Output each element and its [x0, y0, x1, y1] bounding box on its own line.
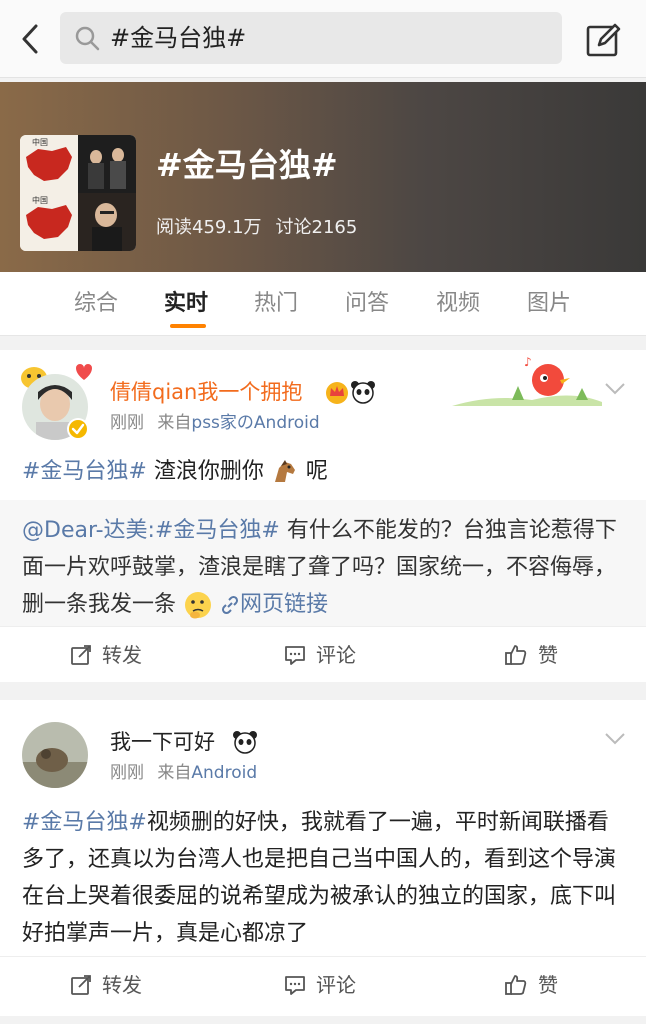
repost-box[interactable]: @Dear-达美:#金马台独# 有什么不能发的？台独言论惹得下面一片欢呼鼓掌，渣… [0, 500, 646, 626]
post-source[interactable]: Android [191, 763, 257, 783]
tab-realtime[interactable]: 实时 [164, 289, 208, 319]
post-text: #金马台独# 渣浪你删你 呢 [22, 453, 622, 490]
tab-comprehensive[interactable]: 综合 [74, 289, 118, 319]
thumbs-up-icon [505, 975, 527, 995]
tab-bar: 综合 实时 热门 问答 视频 图片 [0, 272, 646, 336]
post-text-suffix: 呢 [298, 459, 328, 484]
topic-tag-link[interactable]: #金马台独# [22, 459, 147, 484]
repost-button[interactable]: 转发 [70, 641, 142, 669]
post-actions: 转发 评论 赞 [0, 956, 646, 1012]
post-card[interactable]: 我一下可好 刚刚 来自Android #金马台独#视频删的好快，我就看了一遍，平… [0, 700, 646, 1016]
comment-button[interactable]: 评论 [284, 971, 356, 999]
tab-video[interactable]: 视频 [436, 289, 480, 319]
topic-tag-link[interactable]: #金马台独# [22, 810, 147, 835]
post-text-body: 渣浪你删你 [146, 459, 264, 484]
compose-icon [586, 23, 621, 57]
repost-topic-tag[interactable]: #金马台独# [155, 518, 280, 543]
thinking-emoji-icon [185, 592, 212, 619]
avatar[interactable] [22, 722, 88, 788]
repost-author-link[interactable]: @Dear-达美: [22, 518, 155, 543]
chevron-down-icon[interactable] [604, 382, 626, 396]
svg-text:中国: 中国 [32, 195, 48, 205]
card-decoration-image: ♪ [452, 355, 602, 406]
comment-icon [285, 976, 305, 995]
repost-icon [71, 645, 91, 665]
active-tab-indicator [170, 324, 206, 328]
panda-icon [233, 731, 257, 754]
post-actions: 转发 评论 赞 [0, 626, 646, 682]
source-prefix: 来自 [157, 413, 192, 433]
svg-text:♪: ♪ [524, 355, 532, 369]
chevron-down-icon[interactable] [604, 732, 626, 746]
post-meta: 刚刚 来自pss家のAndroid [110, 412, 320, 434]
topic-title: #金马台独# [156, 146, 338, 184]
post-source[interactable]: pss家のAndroid [191, 413, 319, 433]
post-time: 刚刚 [110, 763, 144, 783]
link-icon [221, 595, 239, 615]
tab-qa[interactable]: 问答 [345, 289, 389, 319]
like-label: 赞 [538, 973, 558, 997]
repost-text: @Dear-达美:#金马台独# 有什么不能发的？台独言论惹得下面一片欢呼鼓掌，渣… [22, 512, 622, 623]
topic-stats: 阅读459.1万 讨论2165 [156, 216, 371, 240]
topic-thumbnail[interactable]: 中国 中国 [20, 135, 136, 251]
comment-button[interactable]: 评论 [284, 641, 356, 669]
svg-text:中国: 中国 [32, 137, 48, 147]
horse-emoji-icon [274, 460, 295, 482]
tab-hot[interactable]: 热门 [254, 289, 298, 319]
repost-button[interactable]: 转发 [70, 971, 142, 999]
tab-images[interactable]: 图片 [527, 289, 571, 319]
verified-badge-icon [67, 418, 89, 440]
repost-label: 转发 [102, 643, 142, 667]
post-card[interactable]: 倩倩qian我一个拥抱 刚刚 来自pss家のAndroid ♪ #金马台独# 渣… [0, 350, 646, 682]
like-button[interactable]: 赞 [504, 641, 558, 669]
like-label: 赞 [538, 643, 558, 667]
username[interactable]: 倩倩qian我一个拥抱 [110, 378, 302, 406]
user-avatar-image [22, 722, 88, 788]
compose-button[interactable] [584, 20, 624, 60]
discussion-count: 讨论2165 [275, 217, 358, 238]
top-bar: #金马台独# [0, 0, 646, 78]
post-text: #金马台独#视频删的好快，我就看了一遍，平时新闻联播看多了，还真以为台湾人也是把… [22, 804, 622, 952]
repost-icon [71, 975, 91, 995]
comment-label: 评论 [316, 643, 356, 667]
topic-header: 中国 中国 #金马台独# 阅读459.1万 讨论2165 [0, 82, 646, 272]
post-time: 刚刚 [110, 413, 144, 433]
search-icon [75, 26, 100, 51]
topic-collage-image: 中国 中国 [20, 135, 136, 251]
panda-icon [351, 381, 375, 404]
source-prefix: 来自 [157, 763, 192, 783]
read-count: 阅读459.1万 [156, 217, 262, 238]
like-button[interactable]: 赞 [504, 971, 558, 999]
repost-label: 转发 [102, 973, 142, 997]
post-meta: 刚刚 来自Android [110, 762, 257, 784]
comment-label: 评论 [316, 973, 356, 997]
search-input[interactable]: #金马台独# [60, 12, 562, 64]
username[interactable]: 我一下可好 [110, 728, 215, 756]
vip-crown-icon [326, 382, 348, 404]
back-arrow-icon [22, 24, 38, 54]
search-query: #金马台独# [110, 24, 247, 52]
back-button[interactable] [12, 20, 48, 58]
thumbs-up-icon [505, 645, 527, 665]
comment-icon [285, 646, 305, 665]
web-link[interactable]: 网页链接 [240, 592, 328, 617]
